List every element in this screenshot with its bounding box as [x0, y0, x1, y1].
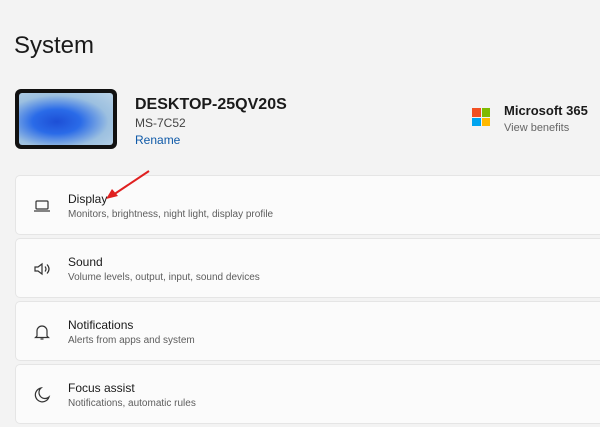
card-subtitle: Notifications, automatic rules	[68, 398, 196, 409]
microsoft-365-title[interactable]: Microsoft 365	[504, 103, 588, 118]
device-wallpaper-thumbnail	[15, 89, 117, 149]
settings-card-sound[interactable]: Sound Volume levels, output, input, soun…	[15, 238, 600, 298]
card-title: Notifications	[68, 318, 134, 332]
card-subtitle: Monitors, brightness, night light, displ…	[68, 209, 274, 220]
microsoft-logo-icon	[472, 108, 490, 126]
settings-card-notifications[interactable]: Notifications Alerts from apps and syste…	[15, 301, 600, 361]
speaker-icon	[34, 262, 50, 276]
settings-card-focus-assist[interactable]: Focus assist Notifications, automatic ru…	[15, 364, 600, 424]
device-model: MS-7C52	[135, 116, 186, 130]
device-name: DESKTOP-25QV20S	[135, 96, 287, 113]
page-title: System	[14, 32, 95, 59]
moon-icon	[34, 386, 51, 403]
card-title: Display	[68, 192, 108, 206]
rename-link[interactable]: Rename	[135, 133, 180, 147]
laptop-icon	[34, 200, 50, 212]
card-subtitle: Alerts from apps and system	[68, 335, 195, 346]
view-benefits-link[interactable]: View benefits	[504, 122, 569, 134]
settings-card-display[interactable]: Display Monitors, brightness, night ligh…	[15, 175, 600, 235]
card-title: Focus assist	[68, 381, 135, 395]
card-subtitle: Volume levels, output, input, sound devi…	[68, 272, 260, 283]
bell-icon	[34, 325, 50, 340]
card-title: Sound	[68, 255, 103, 269]
